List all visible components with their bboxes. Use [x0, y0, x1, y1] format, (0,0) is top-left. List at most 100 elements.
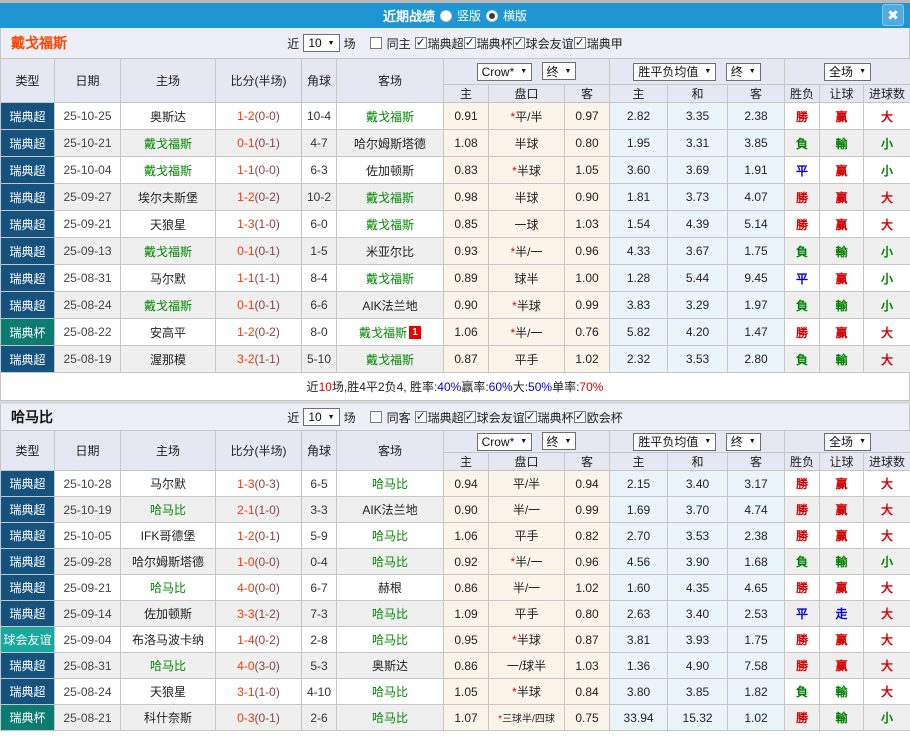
league-filter-label[interactable]: 球会友谊	[477, 409, 525, 426]
result-winloss: 平	[784, 264, 821, 292]
result-goals: 大	[863, 626, 910, 653]
col-header-type: 类型	[0, 58, 55, 103]
league-filter-label[interactable]: 瑞典杯	[477, 35, 513, 52]
match-date: 25-09-14	[54, 600, 121, 627]
vertical-layout-radio[interactable]	[439, 9, 452, 22]
result-winloss: 勝	[784, 183, 821, 211]
fulltime-score: 1-3	[237, 476, 255, 491]
same-venue-checkbox[interactable]	[369, 411, 382, 423]
halftime-score: (1-0)	[254, 502, 280, 517]
league-filter-label[interactable]: 瑞典杯	[538, 409, 574, 426]
halftime-score: (0-1)	[254, 528, 280, 543]
halftime-score: (1-0)	[254, 684, 280, 699]
result-goals: 小	[863, 291, 910, 319]
scope-select[interactable]: 全场 ▼	[824, 432, 871, 451]
match-date: 25-08-31	[54, 264, 121, 292]
league-filter-checkbox[interactable]	[573, 35, 586, 49]
same-venue-label[interactable]: 同主	[387, 35, 411, 52]
horizontal-layout-label[interactable]: 横版	[503, 7, 527, 24]
league-filters: 瑞典超球会友谊瑞典杯欧会杯	[414, 409, 623, 426]
asia-home-odds: 0.89	[443, 264, 489, 292]
col-header-asia-away: 客	[563, 84, 611, 103]
same-venue-checkbox[interactable]	[369, 37, 382, 49]
red-card-badge: 1	[409, 325, 421, 339]
league-filter-checkbox[interactable]	[414, 409, 427, 423]
col-header-goals: 进球数	[863, 84, 910, 103]
league-filter-checkbox[interactable]	[573, 409, 586, 423]
result-winloss: 勝	[784, 626, 821, 653]
euro-avg-select[interactable]: 胜平负均值 ▼	[633, 432, 717, 451]
league-filter-checkbox[interactable]	[463, 35, 476, 49]
result-handicap: 赢	[819, 496, 865, 523]
euro-avg-select[interactable]: 胜平负均值 ▼	[633, 62, 717, 81]
league-badge: 瑞典超	[0, 548, 55, 575]
result-handicap: 赢	[819, 210, 865, 238]
col-header-asia-away: 客	[563, 452, 611, 471]
home-team: 布洛马波卡纳	[120, 626, 216, 653]
euro-home-odds: 5.82	[609, 318, 669, 346]
league-filter-label[interactable]: 欧会杯	[587, 409, 623, 426]
away-team-name: AIK法兰地	[362, 298, 418, 313]
asia-handicap: *半球	[488, 156, 565, 184]
result-winloss: 勝	[784, 496, 821, 523]
league-filter-checkbox[interactable]	[463, 409, 476, 423]
league-filter-label[interactable]: 球会友谊	[526, 35, 574, 52]
corner-score: 5-9	[301, 522, 337, 549]
asia-handicap: *半球	[488, 678, 565, 705]
asia-final-select[interactable]: 终 ▼	[541, 432, 577, 451]
league-filter-label[interactable]: 瑞典超	[428, 409, 464, 426]
euro-final-select[interactable]: 终 ▼	[725, 432, 761, 451]
same-venue-label[interactable]: 同客	[387, 409, 411, 426]
euro-away-odds: 2.53	[727, 600, 786, 627]
close-icon[interactable]: ✖	[882, 4, 904, 26]
euro-home-odds: 2.82	[609, 102, 669, 130]
odds-company-select[interactable]: Crow* ▼	[476, 432, 533, 451]
league-filter: 球会友谊	[512, 35, 574, 52]
horizontal-layout-radio[interactable]	[486, 9, 498, 22]
home-team: IFK哥德堡	[120, 522, 216, 549]
league-filter-label[interactable]: 瑞典超	[428, 35, 464, 52]
asia-final-select[interactable]: 终 ▼	[541, 62, 577, 81]
away-team-name: 哈马比	[371, 529, 408, 543]
result-winloss: 平	[784, 600, 821, 627]
summary-segment: 60%	[488, 379, 513, 394]
league-filter-label[interactable]: 瑞典甲	[587, 35, 623, 52]
match-score: 1-3(1-0)	[215, 210, 302, 238]
asia-away-odds: 0.90	[563, 183, 611, 211]
home-team-name: 戴戈福斯	[143, 136, 192, 151]
league-filter-checkbox[interactable]	[414, 35, 427, 49]
result-goals: 大	[863, 183, 910, 211]
home-team-name: 奥斯达	[149, 109, 186, 124]
match-date: 25-10-21	[54, 129, 121, 157]
vertical-layout-label[interactable]: 竖版	[457, 7, 481, 24]
result-handicap: 走	[819, 600, 865, 627]
league-filter-checkbox[interactable]	[524, 409, 537, 423]
halftime-score: (0-1)	[254, 136, 280, 150]
scope-select[interactable]: 全场 ▼	[824, 62, 871, 81]
euro-final-select[interactable]: 终 ▼	[725, 62, 761, 81]
asia-handicap: 平手	[488, 600, 565, 627]
asia-handicap: 半/一	[488, 496, 565, 523]
col-header-euro-draw: 和	[667, 84, 729, 103]
match-row: 瑞典杯 25-08-22 安高平 1-2(0-2) 8-0 戴戈福斯 1 1.06 *半/一 0.…	[0, 318, 910, 346]
league-badge: 瑞典超	[0, 470, 55, 497]
halftime-score: (1-1)	[254, 271, 280, 285]
home-team: 戴戈福斯	[120, 237, 216, 265]
match-score: 3-3(1-2)	[215, 600, 302, 627]
odds-company-select[interactable]: Crow* ▼	[476, 62, 533, 81]
result-handicap: 赢	[819, 626, 865, 653]
asia-handicap: 平/半	[488, 470, 565, 497]
asia-handicap: *半球	[488, 291, 565, 319]
result-winloss: 負	[784, 678, 821, 705]
corner-score: 0-4	[301, 548, 337, 575]
home-team-name: 天狼星	[149, 217, 186, 232]
league-filter: 瑞典甲	[573, 35, 623, 52]
euro-away-odds: 4.65	[727, 574, 786, 601]
home-team: 戴戈福斯	[120, 291, 216, 319]
match-count-select[interactable]: 10 ▼	[303, 408, 340, 426]
league-filter-checkbox[interactable]	[512, 35, 525, 49]
match-count-select[interactable]: 10 ▼	[303, 34, 340, 52]
match-date: 25-08-22	[54, 318, 121, 346]
euro-home-odds: 1.69	[609, 496, 669, 523]
results-table: 类型 日期 主场 比分(半场) 角球 客场 Crow* ▼ 终 ▼ 胜平负均值 ▼ 终…	[0, 430, 910, 731]
